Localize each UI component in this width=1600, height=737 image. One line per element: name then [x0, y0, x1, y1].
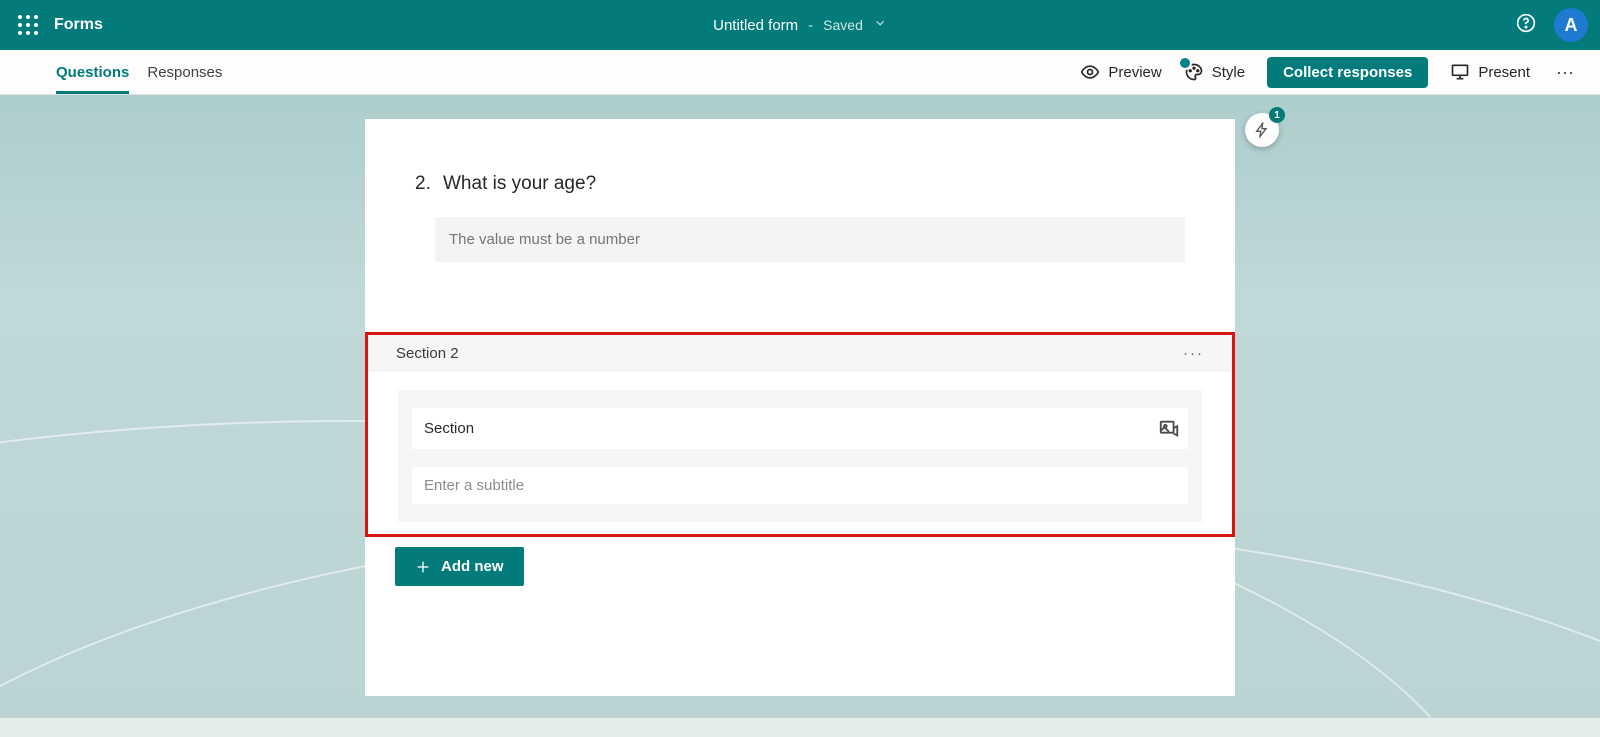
section-more-icon[interactable]: ··· — [1183, 345, 1204, 362]
ideas-button[interactable]: 1 — [1245, 113, 1279, 147]
save-status: Saved — [823, 17, 863, 33]
section-body — [398, 390, 1202, 522]
style-button[interactable]: Style — [1184, 62, 1245, 82]
question-2[interactable]: 2. What is your age? — [415, 173, 1185, 195]
question-text: What is your age? — [443, 173, 596, 195]
section-title-input[interactable] — [412, 408, 1188, 449]
form-card: 1 2. What is your age? The value must be… — [365, 119, 1235, 696]
present-label: Present — [1478, 64, 1530, 81]
style-label: Style — [1212, 64, 1245, 81]
collect-label: Collect responses — [1283, 64, 1412, 81]
preview-label: Preview — [1108, 64, 1161, 81]
app-name: Forms — [54, 16, 103, 34]
tab-responses-label: Responses — [147, 64, 222, 81]
header-title-group: Untitled form - Saved — [713, 16, 887, 34]
editor-scroll-region[interactable]: 1 2. What is your age? The value must be… — [0, 95, 1600, 717]
tab-responses[interactable]: Responses — [147, 50, 222, 94]
add-new-button[interactable]: Add new — [395, 547, 524, 586]
add-new-label: Add new — [441, 558, 504, 575]
user-avatar[interactable]: A — [1554, 8, 1588, 42]
section-label: Section 2 — [396, 345, 459, 362]
collect-responses-button[interactable]: Collect responses — [1267, 57, 1428, 88]
insert-media-icon[interactable] — [1158, 418, 1180, 440]
more-options-icon[interactable]: ··· — [1552, 62, 1578, 83]
section-subtitle-input[interactable] — [412, 467, 1188, 504]
tab-questions[interactable]: Questions — [56, 50, 129, 94]
window-status-bar — [0, 717, 1600, 737]
tab-questions-label: Questions — [56, 64, 129, 81]
present-button[interactable]: Present — [1450, 62, 1530, 82]
section-header[interactable]: Section 2 ··· — [368, 335, 1232, 372]
help-icon[interactable] — [1516, 13, 1536, 38]
question-number: 2. — [415, 173, 435, 195]
preview-button[interactable]: Preview — [1080, 62, 1161, 82]
section-2-block: Section 2 ··· — [365, 332, 1235, 537]
chevron-down-icon[interactable] — [873, 16, 887, 34]
app-header: Forms Untitled form - Saved A — [0, 0, 1600, 50]
palette-icon — [1184, 62, 1204, 82]
style-update-badge — [1178, 56, 1192, 70]
app-launcher-icon[interactable] — [16, 13, 40, 37]
command-bar: Questions Responses Preview Style Collec… — [0, 50, 1600, 95]
answer-placeholder-box[interactable]: The value must be a number — [435, 217, 1185, 262]
form-title[interactable]: Untitled form — [713, 17, 798, 34]
avatar-initial: A — [1565, 15, 1578, 36]
ideas-count-badge: 1 — [1269, 107, 1285, 123]
title-separator: - — [808, 17, 813, 34]
